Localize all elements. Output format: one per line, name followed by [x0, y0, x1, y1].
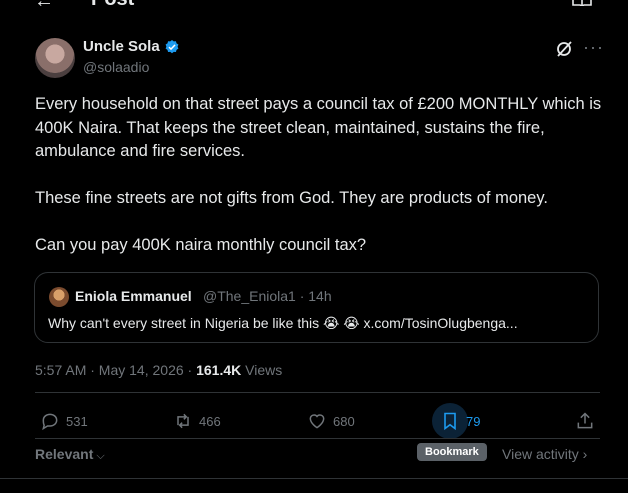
quote-text: Why can't every street in Nigeria be lik…: [48, 315, 518, 331]
chevron-down-icon: ⌵: [93, 450, 105, 462]
share-icon[interactable]: [575, 411, 595, 431]
views-label: Views: [241, 362, 283, 378]
bookmark-count: 79: [466, 414, 481, 429]
quoted-post[interactable]: Eniola Emmanuel @The_Eniola1 · 14h Why c…: [34, 272, 599, 343]
post-paragraph: Every household on that street pays a co…: [35, 95, 602, 160]
post-paragraph: Can you pay 400K naira monthly council t…: [35, 236, 367, 254]
heart-icon: [309, 414, 325, 429]
author-name-row[interactable]: Uncle Sola: [83, 38, 180, 55]
sort-label: Relevant: [35, 446, 94, 462]
grok-icon[interactable]: [555, 40, 573, 58]
views-count: 161.4K: [196, 362, 242, 378]
time-date[interactable]: 5:57 AM · May 14, 2026 ·: [35, 362, 196, 378]
like-button[interactable]: 680: [307, 411, 355, 431]
bookmark-tooltip: Bookmark: [417, 443, 487, 461]
divider: [35, 438, 600, 439]
quote-avatar: [49, 287, 69, 307]
verified-badge-icon: [165, 39, 179, 53]
reply-count: 531: [66, 413, 88, 429]
like-count: 680: [333, 413, 355, 429]
bookmark-icon: [444, 412, 456, 431]
post-body: Every household on that street pays a co…: [35, 93, 605, 258]
arrow-left-icon[interactable]: ←: [34, 0, 54, 13]
post-paragraph: These fine streets are not gifts from Go…: [35, 189, 548, 207]
page-title: Post: [91, 0, 134, 11]
divider: [0, 478, 628, 479]
avatar[interactable]: [35, 38, 75, 78]
view-activity-link[interactable]: View activity ›: [502, 446, 587, 462]
chevron-right-icon: ›: [578, 446, 588, 462]
reply-icon: [42, 413, 58, 431]
reply-button[interactable]: 531: [40, 411, 88, 431]
reader-icon[interactable]: [572, 0, 592, 6]
quote-meta: @The_Eniola1 · 14h: [203, 288, 332, 304]
author-handle[interactable]: @solaadio: [83, 59, 149, 75]
bookmark-button[interactable]: [432, 403, 468, 439]
top-bar: ← Post: [0, 0, 628, 14]
author-name[interactable]: Uncle Sola: [83, 38, 160, 55]
divider: [35, 392, 600, 393]
repost-count: 466: [199, 413, 221, 429]
repost-icon: [177, 413, 189, 429]
sort-replies-dropdown[interactable]: Relevant ⌵: [35, 446, 105, 463]
repost-button[interactable]: 466: [173, 411, 221, 431]
post-timestamp: 5:57 AM · May 14, 2026 · 161.4K Views: [35, 362, 282, 378]
more-options-icon[interactable]: ···: [583, 37, 604, 58]
quote-author-name: Eniola Emmanuel: [75, 288, 192, 304]
activity-label: View activity: [502, 446, 579, 462]
